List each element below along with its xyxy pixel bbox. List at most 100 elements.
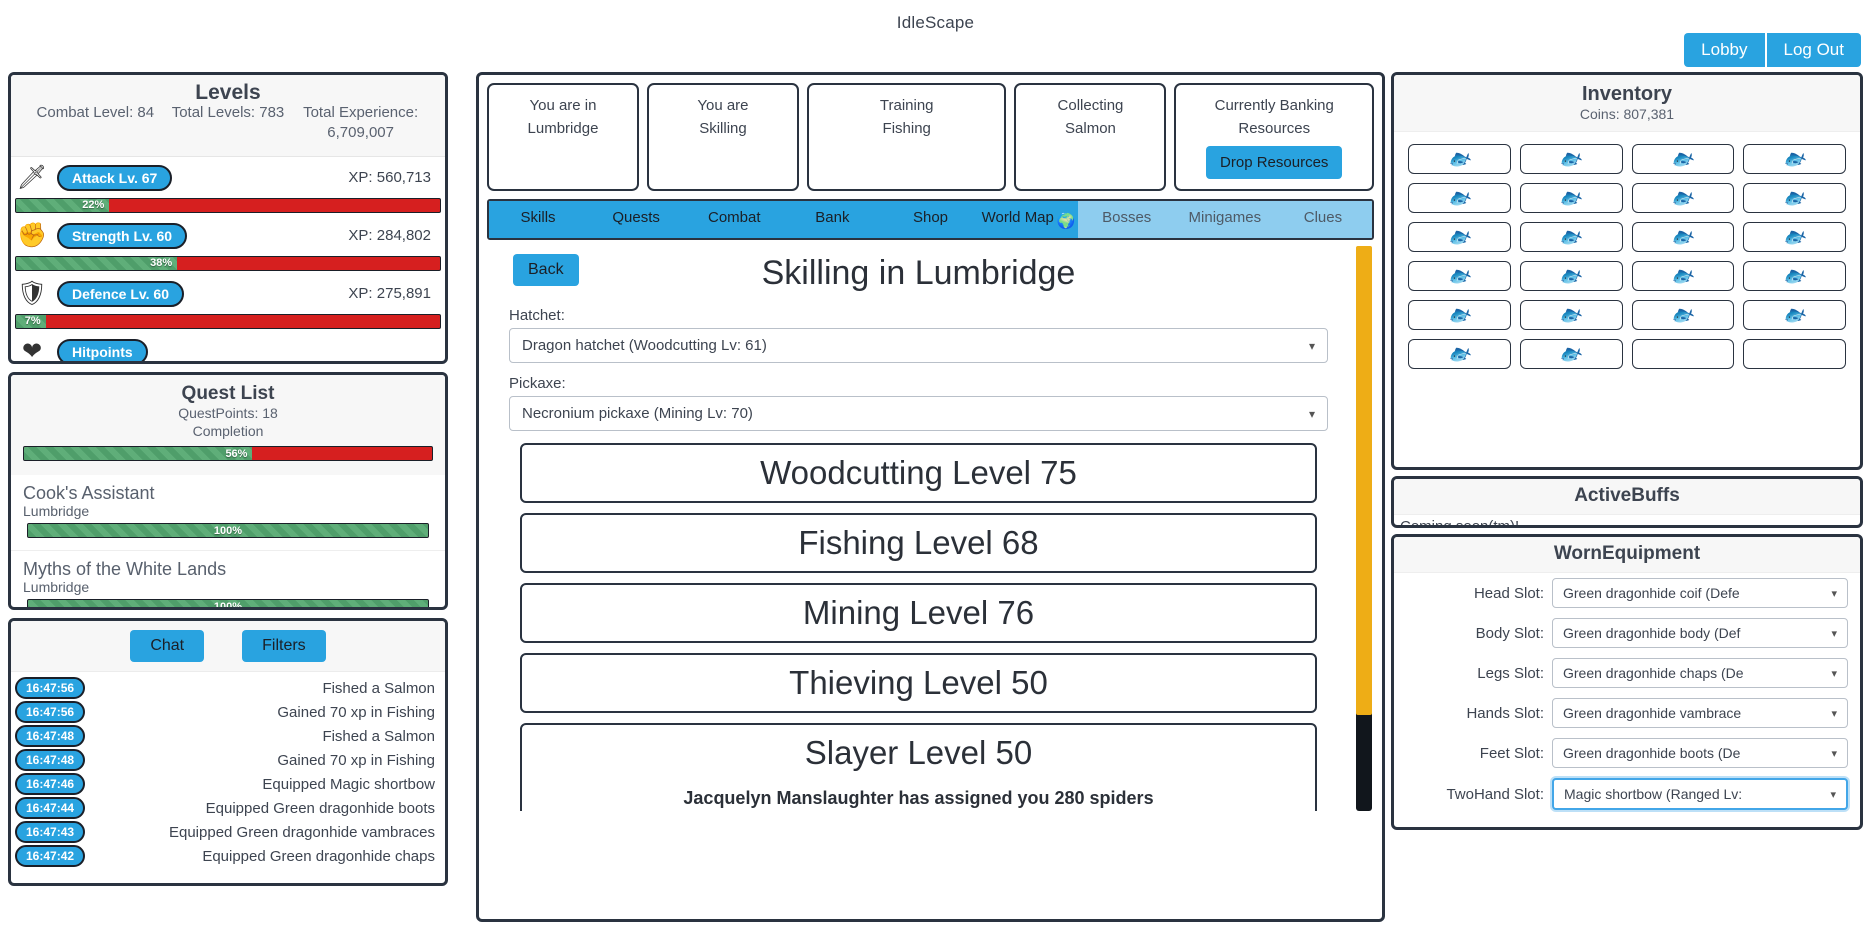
salmon-item: 🐟 — [1556, 145, 1586, 173]
worn-equipment-row: TwoHand Slot: Magic shortbow (Ranged Lv: ▾ — [1394, 773, 1860, 815]
nav-tab-shop[interactable]: Shop — [881, 201, 980, 238]
inventory-slot[interactable]: 🐟 — [1519, 183, 1623, 213]
skill-activity-box[interactable]: Thieving Level 50 — [520, 653, 1317, 713]
quest-items: Cook's Assistant Lumbridge 100% Myths of th… — [11, 475, 445, 607]
quest-scrollbar[interactable] — [447, 375, 448, 607]
inventory-slot[interactable]: 🐟 — [1743, 261, 1846, 291]
logout-button[interactable]: Log Out — [1766, 33, 1861, 67]
content-scrollbar[interactable] — [1356, 246, 1372, 811]
buffs-body: Coming soon(tm)! — [1400, 518, 1520, 528]
inventory-slot[interactable]: 🐟 — [1408, 222, 1511, 252]
salmon-item: 🐟 — [1444, 223, 1475, 251]
back-button[interactable]: Back — [513, 254, 579, 286]
chat-timestamp: 16:47:48 — [15, 749, 86, 771]
hatchet-select[interactable]: Dragon hatchet (Woodcutting Lv: 61) ▾ — [509, 328, 1328, 363]
slayer-box[interactable]: Slayer Level 50 Jacquelyn Manslaughter h… — [520, 723, 1317, 811]
inventory-slot[interactable]: 🐟 — [1519, 222, 1623, 252]
worn-slot-value: Green dragonhide vambrace — [1563, 705, 1742, 721]
worn-slot-select[interactable]: Green dragonhide chaps (De ▾ — [1552, 658, 1848, 688]
chevron-down-icon: ▾ — [1830, 788, 1836, 801]
skill-activity-box[interactable]: Fishing Level 68 — [520, 513, 1317, 573]
worn-equipment-row: Body Slot: Green dragonhide body (Def ▾ — [1394, 613, 1860, 653]
skill-level-badge[interactable]: Defence Lv. 60 — [57, 280, 185, 307]
left-column: Levels Combat Level: 84 Total Levels: 78… — [8, 72, 470, 922]
nav-tab-label: Bosses — [1102, 209, 1152, 226]
quest-completion-bar: 56% — [23, 446, 433, 461]
hatchet-label: Hatchet: — [509, 307, 565, 324]
drop-resources-button[interactable]: Drop Resources — [1206, 146, 1343, 179]
inventory-title: Inventory — [1581, 83, 1673, 105]
inventory-slot[interactable]: 🐟 — [1631, 144, 1735, 174]
status-line-1: You are in — [529, 97, 597, 114]
inventory-slot[interactable]: 🐟 — [1519, 144, 1623, 174]
inventory-slot[interactable]: 🐟 — [1519, 339, 1623, 369]
shield-icon: 🛡 — [16, 280, 48, 307]
skill-level-badge[interactable]: Attack Lv. 67 — [57, 164, 173, 191]
inventory-slot[interactable]: 🐟 — [1408, 261, 1511, 291]
skill-xp: XP: 560,713 — [348, 169, 431, 186]
content-scroll-thumb[interactable] — [1356, 246, 1372, 715]
top-right-buttons: Lobby Log Out — [1684, 33, 1861, 67]
inventory-slot[interactable]: 🐟 — [1743, 222, 1846, 252]
worn-slot-select[interactable]: Green dragonhide boots (De ▾ — [1552, 738, 1848, 768]
center-column: You are in Lumbridge You are Skilling Traini… — [476, 72, 1385, 922]
inventory-slot[interactable]: 🐟 — [1743, 183, 1846, 213]
chevron-down-icon: ▾ — [1308, 338, 1315, 353]
inventory-slot[interactable]: 🐟 — [1408, 339, 1511, 369]
inventory-slot[interactable]: 🐟 — [1631, 261, 1735, 291]
quest-completion-label: Completion — [192, 422, 264, 439]
inventory-slot[interactable]: 🐟 — [1408, 183, 1511, 213]
skill-level-badge[interactable]: Strength Lv. 60 — [57, 222, 188, 249]
worn-slot-select[interactable]: Magic shortbow (Ranged Lv: ▾ — [1552, 778, 1848, 810]
chat-tab-button[interactable]: Chat — [130, 630, 205, 662]
nav-tab-label: World Map — [981, 209, 1054, 226]
nav-tab-label: Clues — [1303, 209, 1343, 226]
content-pane: Back Skilling in Lumbridge Hatchet: Drag… — [487, 246, 1374, 811]
inventory-slot[interactable]: 🐟 — [1519, 261, 1623, 291]
nav-tab-world-map[interactable]: World Map 🌍 — [979, 201, 1078, 238]
inventory-slot[interactable] — [1631, 339, 1735, 369]
chat-text: Equipped Magic shortbow — [262, 775, 435, 793]
chevron-down-icon: ▾ — [1831, 667, 1837, 680]
nav-tab-quests[interactable]: Quests — [587, 201, 686, 238]
quest-scroll-thumb[interactable] — [447, 375, 448, 454]
nav-tab-label: Skills — [520, 209, 556, 226]
main-layout: Levels Combat Level: 84 Total Levels: 78… — [0, 72, 1871, 928]
inventory-coins: Coins: 807,381 — [1579, 106, 1675, 122]
chat-timestamp: 16:47:46 — [15, 773, 86, 795]
lobby-button[interactable]: Lobby — [1684, 33, 1765, 67]
skill-level-badge[interactable]: Hitpoints — [57, 338, 148, 361]
skill-activity-box[interactable]: Woodcutting Level 75 — [520, 443, 1317, 503]
inventory-slot[interactable]: 🐟 — [1408, 144, 1511, 174]
nav-tab-bank[interactable]: Bank — [783, 201, 882, 238]
levels-scrollbar[interactable] — [447, 75, 448, 361]
inventory-grid: 🐟 🐟 🐟 🐟 🐟 🐟 🐟 🐟 🐟 🐟 🐟 🐟 🐟 🐟 🐟 🐟 🐟 🐟 🐟 🐟 🐟 🐟 — [1394, 132, 1860, 381]
chat-text: Fished a Salmon — [322, 679, 435, 697]
chat-scroll-thumb[interactable] — [447, 621, 448, 736]
inventory-slot[interactable]: 🐟 — [1631, 183, 1735, 213]
inventory-slot[interactable]: 🐟 — [1743, 144, 1846, 174]
nav-tab-skills[interactable]: Skills — [489, 201, 588, 238]
inventory-slot[interactable]: 🐟 — [1519, 300, 1623, 330]
inventory-slot[interactable]: 🐟 — [1743, 300, 1846, 330]
pickaxe-select[interactable]: Necronium pickaxe (Mining Lv: 70) ▾ — [509, 396, 1328, 431]
worn-slot-select[interactable]: Green dragonhide vambrace ▾ — [1552, 698, 1848, 728]
inventory-slot[interactable]: 🐟 — [1631, 300, 1735, 330]
quest-list-item[interactable]: Cook's Assistant Lumbridge 100% — [11, 475, 445, 551]
skill-activity-box[interactable]: Mining Level 76 — [520, 583, 1317, 643]
chat-scrollbar[interactable] — [447, 621, 448, 883]
levels-scroll-thumb[interactable] — [447, 75, 448, 184]
filters-tab-button[interactable]: Filters — [242, 630, 326, 662]
nav-tab-combat[interactable]: Combat — [685, 201, 784, 238]
inventory-slot[interactable]: 🐟 — [1408, 300, 1511, 330]
chat-message-list[interactable]: 16:47:56 Fished a Salmon 16:47:56 Gained 70… — [11, 672, 445, 868]
worn-slot-label: Head Slot: — [1473, 584, 1544, 602]
quest-list-item[interactable]: Myths of the White Lands Lumbridge 100% — [11, 551, 445, 607]
salmon-item: 🐟 — [1779, 262, 1810, 290]
worn-slot-select[interactable]: Green dragonhide coif (Defe ▾ — [1552, 578, 1848, 608]
worn-slot-select[interactable]: Green dragonhide body (Def ▾ — [1552, 618, 1848, 648]
inventory-slot[interactable] — [1743, 339, 1846, 369]
slayer-assignment: Jacquelyn Manslaughter has assigned you … — [683, 788, 1154, 808]
inventory-slot[interactable]: 🐟 — [1631, 222, 1735, 252]
status-box: You are in Lumbridge — [487, 83, 639, 191]
